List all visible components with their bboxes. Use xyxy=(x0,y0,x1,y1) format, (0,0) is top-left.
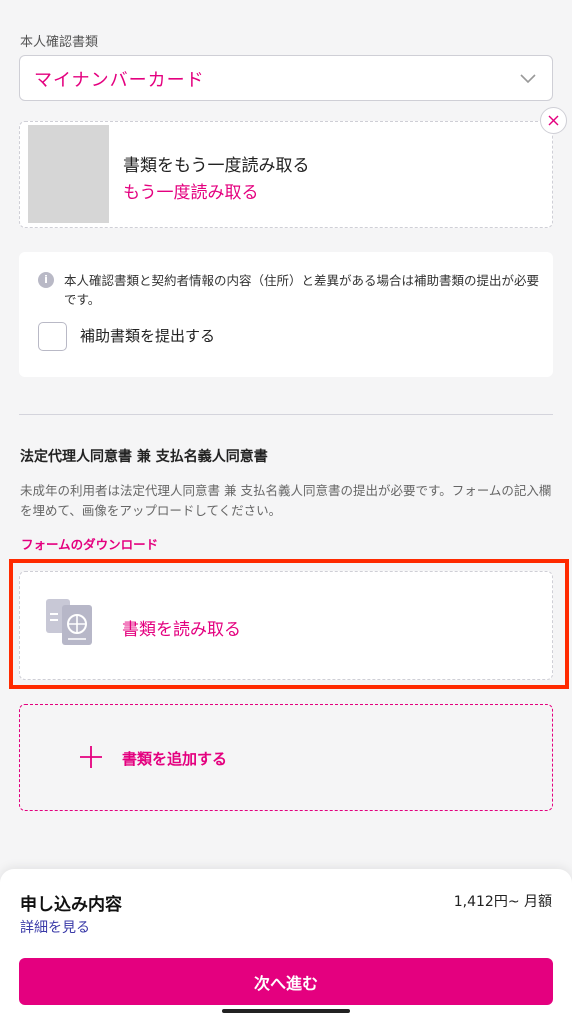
document-type-label: 本人確認書類 xyxy=(20,35,99,50)
document-scan-icon xyxy=(46,599,92,645)
supplementary-checkbox[interactable] xyxy=(38,322,67,351)
supplementary-checkbox-label[interactable]: 補助書類を提出する xyxy=(80,325,215,346)
add-document-button[interactable]: 書類を追加する xyxy=(19,704,553,811)
read-document-label: 書類を読み取る xyxy=(122,620,241,640)
read-document-button[interactable]: 書類を読み取る xyxy=(19,571,553,680)
document-thumbnail xyxy=(28,125,109,223)
guardian-consent-description: 未成年の利用者は法定代理人同意書 兼 支払名義人同意書の提出が必要です。フォーム… xyxy=(20,483,552,518)
application-summary-sheet: 申し込み内容 1,412円~ 月額 詳細を見る 次へ進む xyxy=(0,869,572,1024)
section-divider xyxy=(19,414,553,415)
form-download-link[interactable]: フォームのダウンロード xyxy=(21,534,158,553)
scanned-document-card[interactable]: 書類をもう一度読み取る もう一度読み取る xyxy=(19,121,553,228)
document-type-value: マイナンバーカード xyxy=(34,70,205,91)
rescan-link[interactable]: もう一度読み取る xyxy=(123,178,259,203)
view-details-link[interactable]: 詳細を見る xyxy=(20,917,90,937)
guardian-consent-title: 法定代理人同意書 兼 支払名義人同意書 xyxy=(20,449,268,465)
plus-icon xyxy=(80,746,102,768)
supplementary-notice-card: i 本人確認書類と契約者情報の内容（住所）と差異がある場合は補助書類の提出が必要… xyxy=(19,252,553,377)
remove-document-button[interactable] xyxy=(540,107,567,134)
info-icon: i xyxy=(38,272,54,288)
document-type-select[interactable]: マイナンバーカード xyxy=(19,55,553,101)
monthly-price: 1,412円~ 月額 xyxy=(453,894,552,910)
chevron-down-icon xyxy=(520,74,536,84)
close-icon xyxy=(548,115,559,126)
summary-title: 申し込み内容 xyxy=(20,895,122,915)
home-indicator xyxy=(222,1009,350,1013)
add-document-label: 書類を追加する xyxy=(122,750,228,768)
next-button[interactable]: 次へ進む xyxy=(19,958,553,1005)
notice-text: 本人確認書類と契約者情報の内容（住所）と差異がある場合は補助書類の提出が必要です… xyxy=(64,273,540,307)
scanned-document-title: 書類をもう一度読み取る xyxy=(123,156,310,176)
